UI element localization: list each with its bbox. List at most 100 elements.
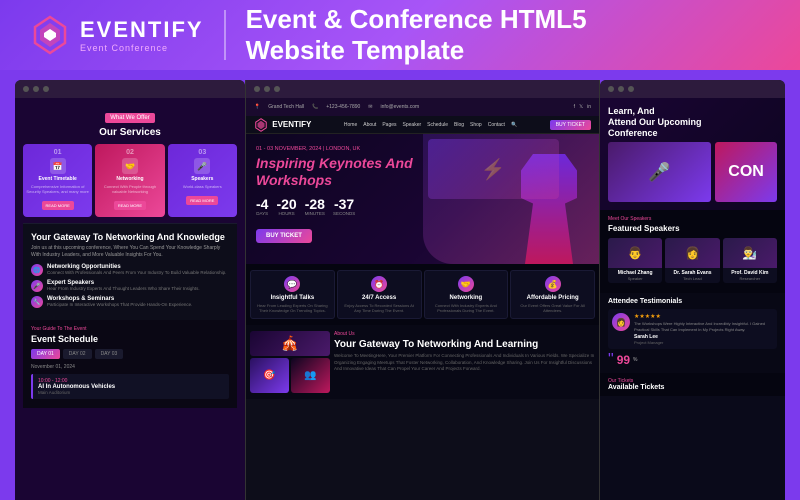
feature-desc-2: Hear From Industry Experts And Thought L… xyxy=(47,286,229,292)
about-section: 🎪 🎯 👥 About Us Your Gateway To Networkin… xyxy=(246,325,599,399)
speaker-card-1: 👨 Michael Zhang Speaker xyxy=(608,238,662,283)
feature-icon-2: 🎤 xyxy=(31,280,43,292)
feat-icon-1: 💬 xyxy=(284,276,300,292)
main-title-line2: Website Template xyxy=(246,35,465,65)
feature-desc-3: Participate In Interactive Workshops Tha… xyxy=(47,302,229,308)
speaker-photo-1: 👨 xyxy=(608,238,662,268)
social-fb[interactable]: f xyxy=(574,104,575,110)
nav-shop[interactable]: Shop xyxy=(470,122,482,128)
schedule-title: Event Schedule xyxy=(31,334,229,344)
speakers-section: Meet Our Speakers Featured Speakers 👨 Mi… xyxy=(600,210,785,293)
gateway-text: Join us at this upcoming conference, Whe… xyxy=(31,245,229,259)
nav-schedule[interactable]: Schedule xyxy=(427,122,448,128)
service-card-3: 03 🎤 Speakers World-class Speakers READ … xyxy=(168,144,237,217)
logo-icon xyxy=(30,15,70,55)
feat-icon-3: 🤝 xyxy=(458,276,474,292)
right-panel: Learn, And Attend Our Upcoming Conferenc… xyxy=(600,80,785,500)
center-browser-bar xyxy=(246,80,599,98)
feature-icon-1: 🌐 xyxy=(31,264,43,276)
hero-title-normal: Inspiring xyxy=(256,155,319,171)
read-more-1[interactable]: READ MORE xyxy=(42,201,74,210)
center-dot-1 xyxy=(254,86,260,92)
learn-section: Learn, And Attend Our Upcoming Conferenc… xyxy=(600,98,785,210)
service-label-2: Networking xyxy=(98,176,161,182)
logo-name: EVENTIFY xyxy=(80,17,204,43)
tickets-section: Our Tickets Available Tickets xyxy=(600,373,785,396)
feature-text-3: Workshops & Seminars Participate In Inte… xyxy=(47,296,229,308)
about-tag: About Us xyxy=(334,331,595,337)
feature-text-1: Networking Opportunities Connect With Pr… xyxy=(47,264,229,276)
right-dot-1 xyxy=(608,86,614,92)
dot-yellow xyxy=(33,86,39,92)
testimonials-section: Attendee Testimonials 👩 ★★★★★ The Worksh… xyxy=(600,293,785,372)
day-tab-1[interactable]: DAY 01 xyxy=(31,349,60,359)
left-browser-bar xyxy=(15,80,245,98)
read-more-2[interactable]: READ MORE xyxy=(114,201,146,210)
feature-item-2: 🎤 Expert Speakers Hear From Industry Exp… xyxy=(31,280,229,292)
nav-links: Home About Pages Speaker Schedule Blog S… xyxy=(344,122,517,128)
gateway-title: Your Gateway To Networking And Knowledge xyxy=(31,232,229,242)
nav-home[interactable]: Home xyxy=(344,122,357,128)
social-in[interactable]: in xyxy=(587,104,591,110)
day-tab-2[interactable]: DAY 02 xyxy=(63,349,92,359)
service-card-1: 01 📅 Event Timetable Comprehensive Infor… xyxy=(23,144,92,217)
service-cards: 01 📅 Event Timetable Comprehensive Infor… xyxy=(23,144,237,217)
speaker-photo-2: 👩 xyxy=(665,238,719,268)
hero-section: ⚡ 01 - 03 NOVEMBER, 2024 | LONDON, UK In… xyxy=(246,134,599,264)
browser-wrap: What We Offer Our Services 01 📅 Event Ti… xyxy=(0,70,800,500)
main-title: Event & Conference HTML5 Website Templat… xyxy=(246,4,770,66)
nav-blog[interactable]: Blog xyxy=(454,122,464,128)
main-title-area: Event & Conference HTML5 Website Templat… xyxy=(246,4,770,66)
feat-icon-4: 💰 xyxy=(545,276,561,292)
event-venue-1: Main Auditorium xyxy=(38,390,224,395)
phone-text: +123-456-7890 xyxy=(326,104,360,110)
service-label-3: Speakers xyxy=(171,176,234,182)
service-icon-3: 🎤 xyxy=(194,158,210,174)
left-panel: What We Offer Our Services 01 📅 Event Ti… xyxy=(15,80,245,500)
speaker-name-2: Dr. Sarah Evans xyxy=(665,268,719,276)
feature-cards-row: 💬 Insightful Talks Hear From Leading Exp… xyxy=(246,264,599,325)
nav-logo: EVENTIFY xyxy=(254,118,311,132)
countdown-seconds: -37 Seconds xyxy=(333,197,355,216)
email-icon: ✉ xyxy=(368,104,372,110)
day-tabs: DAY 01 DAY 02 DAY 03 xyxy=(31,349,229,359)
testimonial-card-1: 👩 ★★★★★ The Workshops Were Highly Intera… xyxy=(608,309,777,348)
buy-ticket-nav-button[interactable]: BUY TICKET xyxy=(550,120,591,130)
main-title-line1: Event & Conference HTML5 xyxy=(246,4,587,34)
feat-card-2: ⏰ 24/7 Access Enjoy Access To Recorded S… xyxy=(337,270,422,319)
feat-title-3: Networking xyxy=(429,295,504,301)
gateway-section: Your Gateway To Networking And Knowledge… xyxy=(23,223,237,320)
about-images: 🎪 🎯 👥 xyxy=(250,331,330,393)
left-inner: What We Offer Our Services 01 📅 Event Ti… xyxy=(15,98,245,416)
hero-tag: 01 - 03 NOVEMBER, 2024 | LONDON, UK xyxy=(256,146,439,152)
conf-badge: CON xyxy=(715,142,777,202)
testimonial-avatar-1: 👩 xyxy=(612,313,630,331)
social-x[interactable]: 𝕏 xyxy=(579,104,583,110)
day-tab-3[interactable]: DAY 03 xyxy=(95,349,124,359)
buy-ticket-hero-button[interactable]: BUY TICKET xyxy=(256,229,312,243)
nav-contact[interactable]: Contact xyxy=(488,122,505,128)
search-icon[interactable]: 🔍 xyxy=(511,122,517,128)
countdown: -4 Days -20 Hours -28 Minutes -37 Second… xyxy=(256,197,439,216)
nav-pages[interactable]: Pages xyxy=(382,122,396,128)
feat-desc-2: Enjoy Access To Recorded Sessions At Any… xyxy=(342,303,417,313)
location-text: Grand Tech Hall xyxy=(268,104,304,110)
nav-speaker[interactable]: Speaker xyxy=(403,122,422,128)
feature-text-2: Expert Speakers Hear From Industry Exper… xyxy=(47,280,229,292)
about-img-3: 👥 xyxy=(291,358,330,393)
testimonial-role-1: Project Manager xyxy=(634,340,773,345)
percent-icon: % xyxy=(633,357,637,363)
about-text: Welcome To MeetingHere, Your Premier Pla… xyxy=(334,353,595,372)
service-icon-2: 🤝 xyxy=(122,158,138,174)
nav-about[interactable]: About xyxy=(363,122,376,128)
read-more-3[interactable]: READ MORE xyxy=(186,196,218,205)
speaker-role-3: Researcher xyxy=(723,276,777,283)
schedule-date: November 01, 2024 xyxy=(31,364,229,370)
learn-title: Learn, And Attend Our Upcoming Conferenc… xyxy=(608,106,777,138)
service-icon-1: 📅 xyxy=(50,158,66,174)
feat-card-1: 💬 Insightful Talks Hear From Leading Exp… xyxy=(250,270,335,319)
feat-desc-3: Connect With Industry Experts And Profes… xyxy=(429,303,504,313)
feature-icon-3: 🔧 xyxy=(31,296,43,308)
speaker-role-2: Tech Lead xyxy=(665,276,719,283)
center-panel: 📍 Grand Tech Hall 📞 +123-456-7890 ✉ info… xyxy=(245,80,600,500)
